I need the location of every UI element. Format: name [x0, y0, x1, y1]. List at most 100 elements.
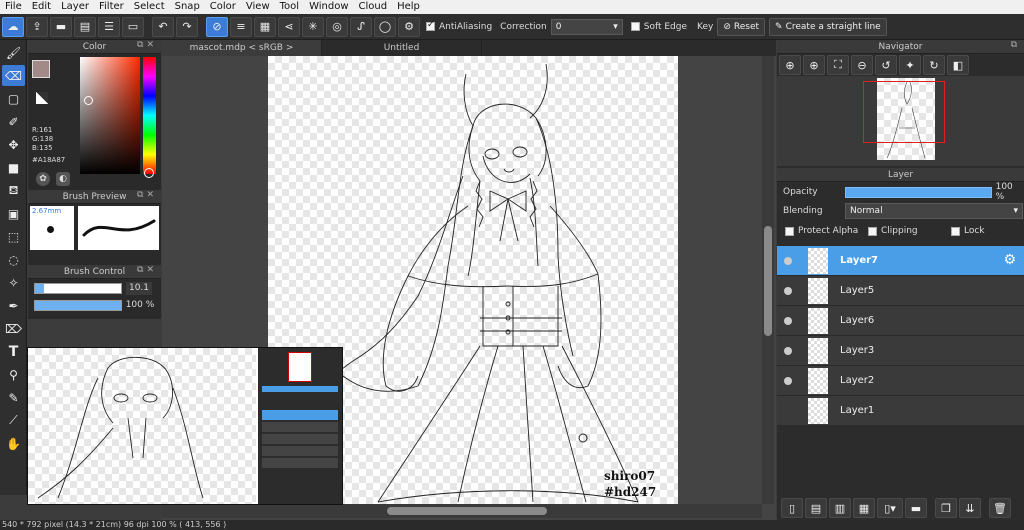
- brush-opacity-slider[interactable]: [34, 300, 122, 311]
- hand-tool-icon[interactable]: ✋: [2, 433, 25, 454]
- tab-untitled[interactable]: Untitled: [322, 40, 482, 56]
- select-pen-tool-icon[interactable]: ✒: [2, 295, 25, 316]
- duplicate-layer-icon[interactable]: ❐: [935, 498, 957, 518]
- navigator-view-rect[interactable]: [863, 81, 945, 143]
- monitor-icon[interactable]: ▭: [122, 16, 144, 37]
- brush-size-slider[interactable]: [34, 283, 122, 294]
- picker-cursor[interactable]: [84, 96, 93, 105]
- panel-window-icon[interactable]: ⧉✕: [137, 40, 157, 50]
- menu-layer[interactable]: Layer: [56, 0, 94, 14]
- select-tool-icon[interactable]: ⬚: [2, 226, 25, 247]
- primary-color-swatch[interactable]: [32, 60, 50, 78]
- color-mix-icon[interactable]: ◐: [56, 172, 70, 186]
- hue-slider[interactable]: [143, 57, 156, 174]
- protect-alpha-checkbox[interactable]: [785, 226, 794, 236]
- menu-color[interactable]: Color: [205, 0, 241, 14]
- hue-cursor[interactable]: [144, 168, 154, 178]
- tab-mascot[interactable]: mascot.mdp < sRGB >: [162, 40, 322, 56]
- menu-snap[interactable]: Snap: [170, 0, 205, 14]
- brush-size-value[interactable]: 10.1: [126, 282, 152, 295]
- horizontal-scrollbar[interactable]: [162, 504, 762, 518]
- new-halftone-layer-icon[interactable]: ▤: [805, 498, 827, 518]
- soft-edge-checkbox[interactable]: Soft Edge: [630, 22, 687, 32]
- eraser-tool-icon[interactable]: ⌫: [2, 65, 25, 86]
- list-icon[interactable]: ☰: [98, 16, 120, 37]
- swap-color-icon[interactable]: [36, 92, 48, 104]
- new-1bit-layer-icon[interactable]: ▦: [853, 498, 875, 518]
- undo-icon[interactable]: ↶: [152, 16, 174, 37]
- chat-icon[interactable]: ▬: [50, 16, 72, 37]
- snap-circle-icon[interactable]: ◯: [374, 16, 396, 37]
- panel-window-icon[interactable]: ⧉: [1011, 40, 1020, 50]
- merge-layer-icon[interactable]: ⇊: [959, 498, 981, 518]
- antialiasing-checkbox[interactable]: AntiAliasing: [426, 20, 492, 32]
- new-layer-icon[interactable]: ▯: [781, 498, 803, 518]
- snap-curve-icon[interactable]: ᔑ: [350, 16, 372, 37]
- clipping-checkbox[interactable]: [868, 226, 877, 236]
- redo-icon[interactable]: ↷: [176, 16, 198, 37]
- vertical-scrollbar[interactable]: [762, 56, 774, 504]
- export-icon[interactable]: ⇪: [26, 16, 48, 37]
- correction-select[interactable]: 0 ▾: [550, 18, 623, 35]
- palette-icon[interactable]: ✿: [36, 172, 50, 186]
- move-tool-icon[interactable]: ✥: [2, 134, 25, 155]
- panel-window-icon[interactable]: ⧉✕: [137, 265, 157, 275]
- snap-grid-icon[interactable]: ▦: [254, 16, 276, 37]
- comment-icon[interactable]: ▤: [74, 16, 96, 37]
- snap-concentric-icon[interactable]: ◎: [326, 16, 348, 37]
- flip-icon[interactable]: ◧: [947, 55, 969, 75]
- snap-vanish-icon[interactable]: ⋖: [278, 16, 300, 37]
- fit-icon[interactable]: ⛶: [827, 55, 849, 75]
- magic-wand-tool-icon[interactable]: ✧: [2, 272, 25, 293]
- horizontal-scrollbar-thumb[interactable]: [387, 507, 547, 515]
- layer-row[interactable]: Layer5: [777, 276, 1024, 306]
- layer-row[interactable]: Layer7 ⚙: [777, 246, 1024, 276]
- divide-tool-icon[interactable]: ⚲: [2, 364, 25, 385]
- menu-window[interactable]: Window: [304, 0, 353, 14]
- visibility-icon[interactable]: [784, 346, 792, 355]
- text-tool-icon[interactable]: T: [2, 341, 25, 362]
- visibility-icon[interactable]: [784, 256, 792, 265]
- gear-icon[interactable]: ⚙: [1003, 252, 1016, 268]
- reset-button[interactable]: ⊘ Reset: [717, 17, 766, 36]
- rect-tool-icon[interactable]: ▢: [2, 88, 25, 109]
- add-layer-menu-icon[interactable]: ▯▾: [877, 498, 903, 518]
- zoom-in-icon[interactable]: ⊕: [779, 55, 801, 75]
- vertical-scrollbar-thumb[interactable]: [764, 226, 772, 336]
- select-eraser-tool-icon[interactable]: ⌦: [2, 318, 25, 339]
- snap-off-icon[interactable]: ⊘: [206, 16, 228, 37]
- layer-row[interactable]: Layer1: [777, 396, 1024, 426]
- layer-row[interactable]: Layer3: [777, 336, 1024, 366]
- zoom-out-icon[interactable]: ⊖: [851, 55, 873, 75]
- snap-parallel-icon[interactable]: ≡: [230, 16, 252, 37]
- menu-file[interactable]: File: [0, 0, 27, 14]
- blending-select[interactable]: Normal ▾: [845, 203, 1023, 219]
- layer-row[interactable]: Layer6: [777, 306, 1024, 336]
- bucket-tool-icon[interactable]: ⛾: [2, 180, 25, 201]
- menu-view[interactable]: View: [241, 0, 275, 14]
- menu-help[interactable]: Help: [392, 0, 425, 14]
- lasso-tool-icon[interactable]: ◌: [2, 249, 25, 270]
- fill-rect-tool-icon[interactable]: ■: [2, 157, 25, 178]
- saturation-value-picker[interactable]: [80, 57, 140, 174]
- menu-cloud[interactable]: Cloud: [354, 0, 393, 14]
- layer-row[interactable]: Layer2: [777, 366, 1024, 396]
- panel-window-icon[interactable]: ⧉✕: [137, 190, 157, 200]
- dot-brush-tool-icon[interactable]: ✐: [2, 111, 25, 132]
- folder-icon[interactable]: ▬: [905, 498, 927, 518]
- brush-tool-icon[interactable]: 🖌: [2, 42, 25, 63]
- rotate-right-icon[interactable]: ↻: [923, 55, 945, 75]
- dropper-tool-icon[interactable]: ⟋: [2, 410, 25, 431]
- menu-edit[interactable]: Edit: [27, 0, 56, 14]
- snap-radial-icon[interactable]: ✳: [302, 16, 324, 37]
- rotate-left-icon[interactable]: ↺: [875, 55, 897, 75]
- navigator-preview[interactable]: [777, 76, 1024, 166]
- menu-select[interactable]: Select: [129, 0, 170, 14]
- zoom-in-small-icon[interactable]: ⊕: [803, 55, 825, 75]
- menu-tool[interactable]: Tool: [275, 0, 304, 14]
- eyedropper-tool-icon[interactable]: ✎: [2, 387, 25, 408]
- lock-checkbox[interactable]: [951, 226, 960, 236]
- visibility-icon[interactable]: [784, 286, 792, 295]
- brush-opacity-value[interactable]: 100 %: [124, 299, 156, 312]
- layer-opacity-slider[interactable]: [844, 186, 992, 198]
